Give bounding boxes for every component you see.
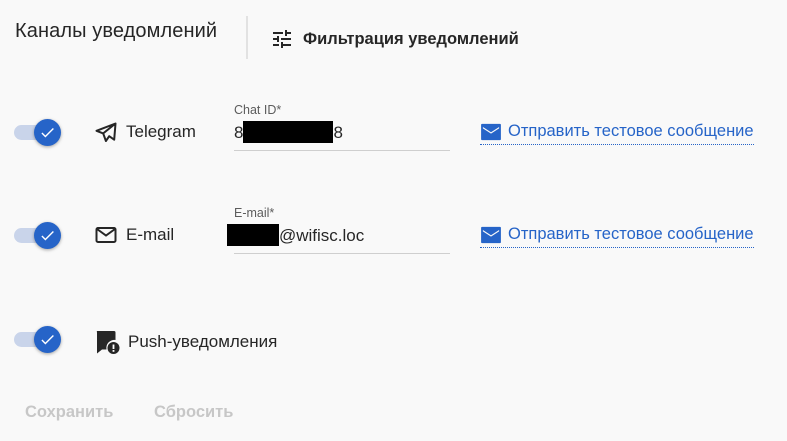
push-toggle[interactable] bbox=[14, 326, 61, 354]
mail-icon bbox=[481, 123, 501, 140]
telegram-send-icon bbox=[95, 122, 117, 142]
email-value[interactable]: @wifisc.loc bbox=[227, 224, 364, 248]
telegram-label: Telegram bbox=[126, 122, 196, 141]
email-send-test-button[interactable]: Отправить тестовое сообщение bbox=[480, 225, 754, 248]
check-icon bbox=[41, 127, 54, 138]
channel-row-push: Push-уведомления bbox=[0, 310, 787, 370]
push-channel: Push-уведомления bbox=[94, 328, 277, 355]
telegram-channel: Telegram bbox=[94, 120, 196, 144]
input-underline bbox=[234, 150, 450, 151]
channel-row-telegram: Telegram Chat ID* 88 Отправить тестовое … bbox=[0, 103, 787, 163]
toggle-knob bbox=[34, 119, 61, 146]
header: Каналы уведомлений Фильтрация уведомлени… bbox=[0, 0, 787, 62]
check-icon bbox=[41, 334, 54, 345]
tune-icon bbox=[273, 30, 291, 48]
chat-id-value[interactable]: 88 bbox=[234, 121, 343, 145]
push-label: Push-уведомления bbox=[128, 331, 278, 351]
save-button[interactable]: Сохранить bbox=[25, 403, 113, 422]
telegram-send-test-button[interactable]: Отправить тестовое сообщение bbox=[480, 122, 754, 145]
email-suffix: @wifisc.loc bbox=[279, 226, 365, 245]
email-label: E-mail bbox=[126, 225, 175, 244]
toggle-knob bbox=[34, 326, 61, 353]
footer-actions: Сохранить Сбросить bbox=[0, 398, 787, 428]
toggle-knob bbox=[34, 222, 61, 249]
check-icon bbox=[41, 230, 54, 241]
push-notification-icon bbox=[96, 331, 120, 354]
email-send-test-label: Отправить тестовое сообщение bbox=[508, 225, 754, 243]
chat-id-prefix: 8 bbox=[234, 123, 244, 142]
redacted-block bbox=[243, 121, 334, 143]
telegram-toggle[interactable] bbox=[14, 119, 61, 147]
channel-row-email: E-mail E-mail* @wifisc.loc Отправить тес… bbox=[0, 206, 787, 266]
input-underline bbox=[234, 253, 450, 254]
page-title: Каналы уведомлений bbox=[15, 20, 218, 42]
redacted-block bbox=[227, 224, 279, 246]
mail-icon bbox=[481, 226, 501, 243]
reset-button[interactable]: Сбросить bbox=[154, 403, 233, 422]
email-channel: E-mail bbox=[94, 223, 174, 247]
notification-filter-button[interactable]: Фильтрация уведомлений bbox=[270, 26, 519, 52]
email-toggle[interactable] bbox=[14, 222, 61, 250]
header-divider bbox=[246, 16, 248, 59]
email-field-label: E-mail* bbox=[234, 206, 275, 220]
notification-filter-label: Фильтрация уведомлений bbox=[303, 29, 519, 48]
chat-id-suffix: 8 bbox=[333, 123, 343, 142]
envelope-icon bbox=[95, 227, 117, 243]
telegram-send-test-label: Отправить тестовое сообщение bbox=[508, 122, 754, 140]
chat-id-label: Chat ID* bbox=[234, 103, 282, 117]
